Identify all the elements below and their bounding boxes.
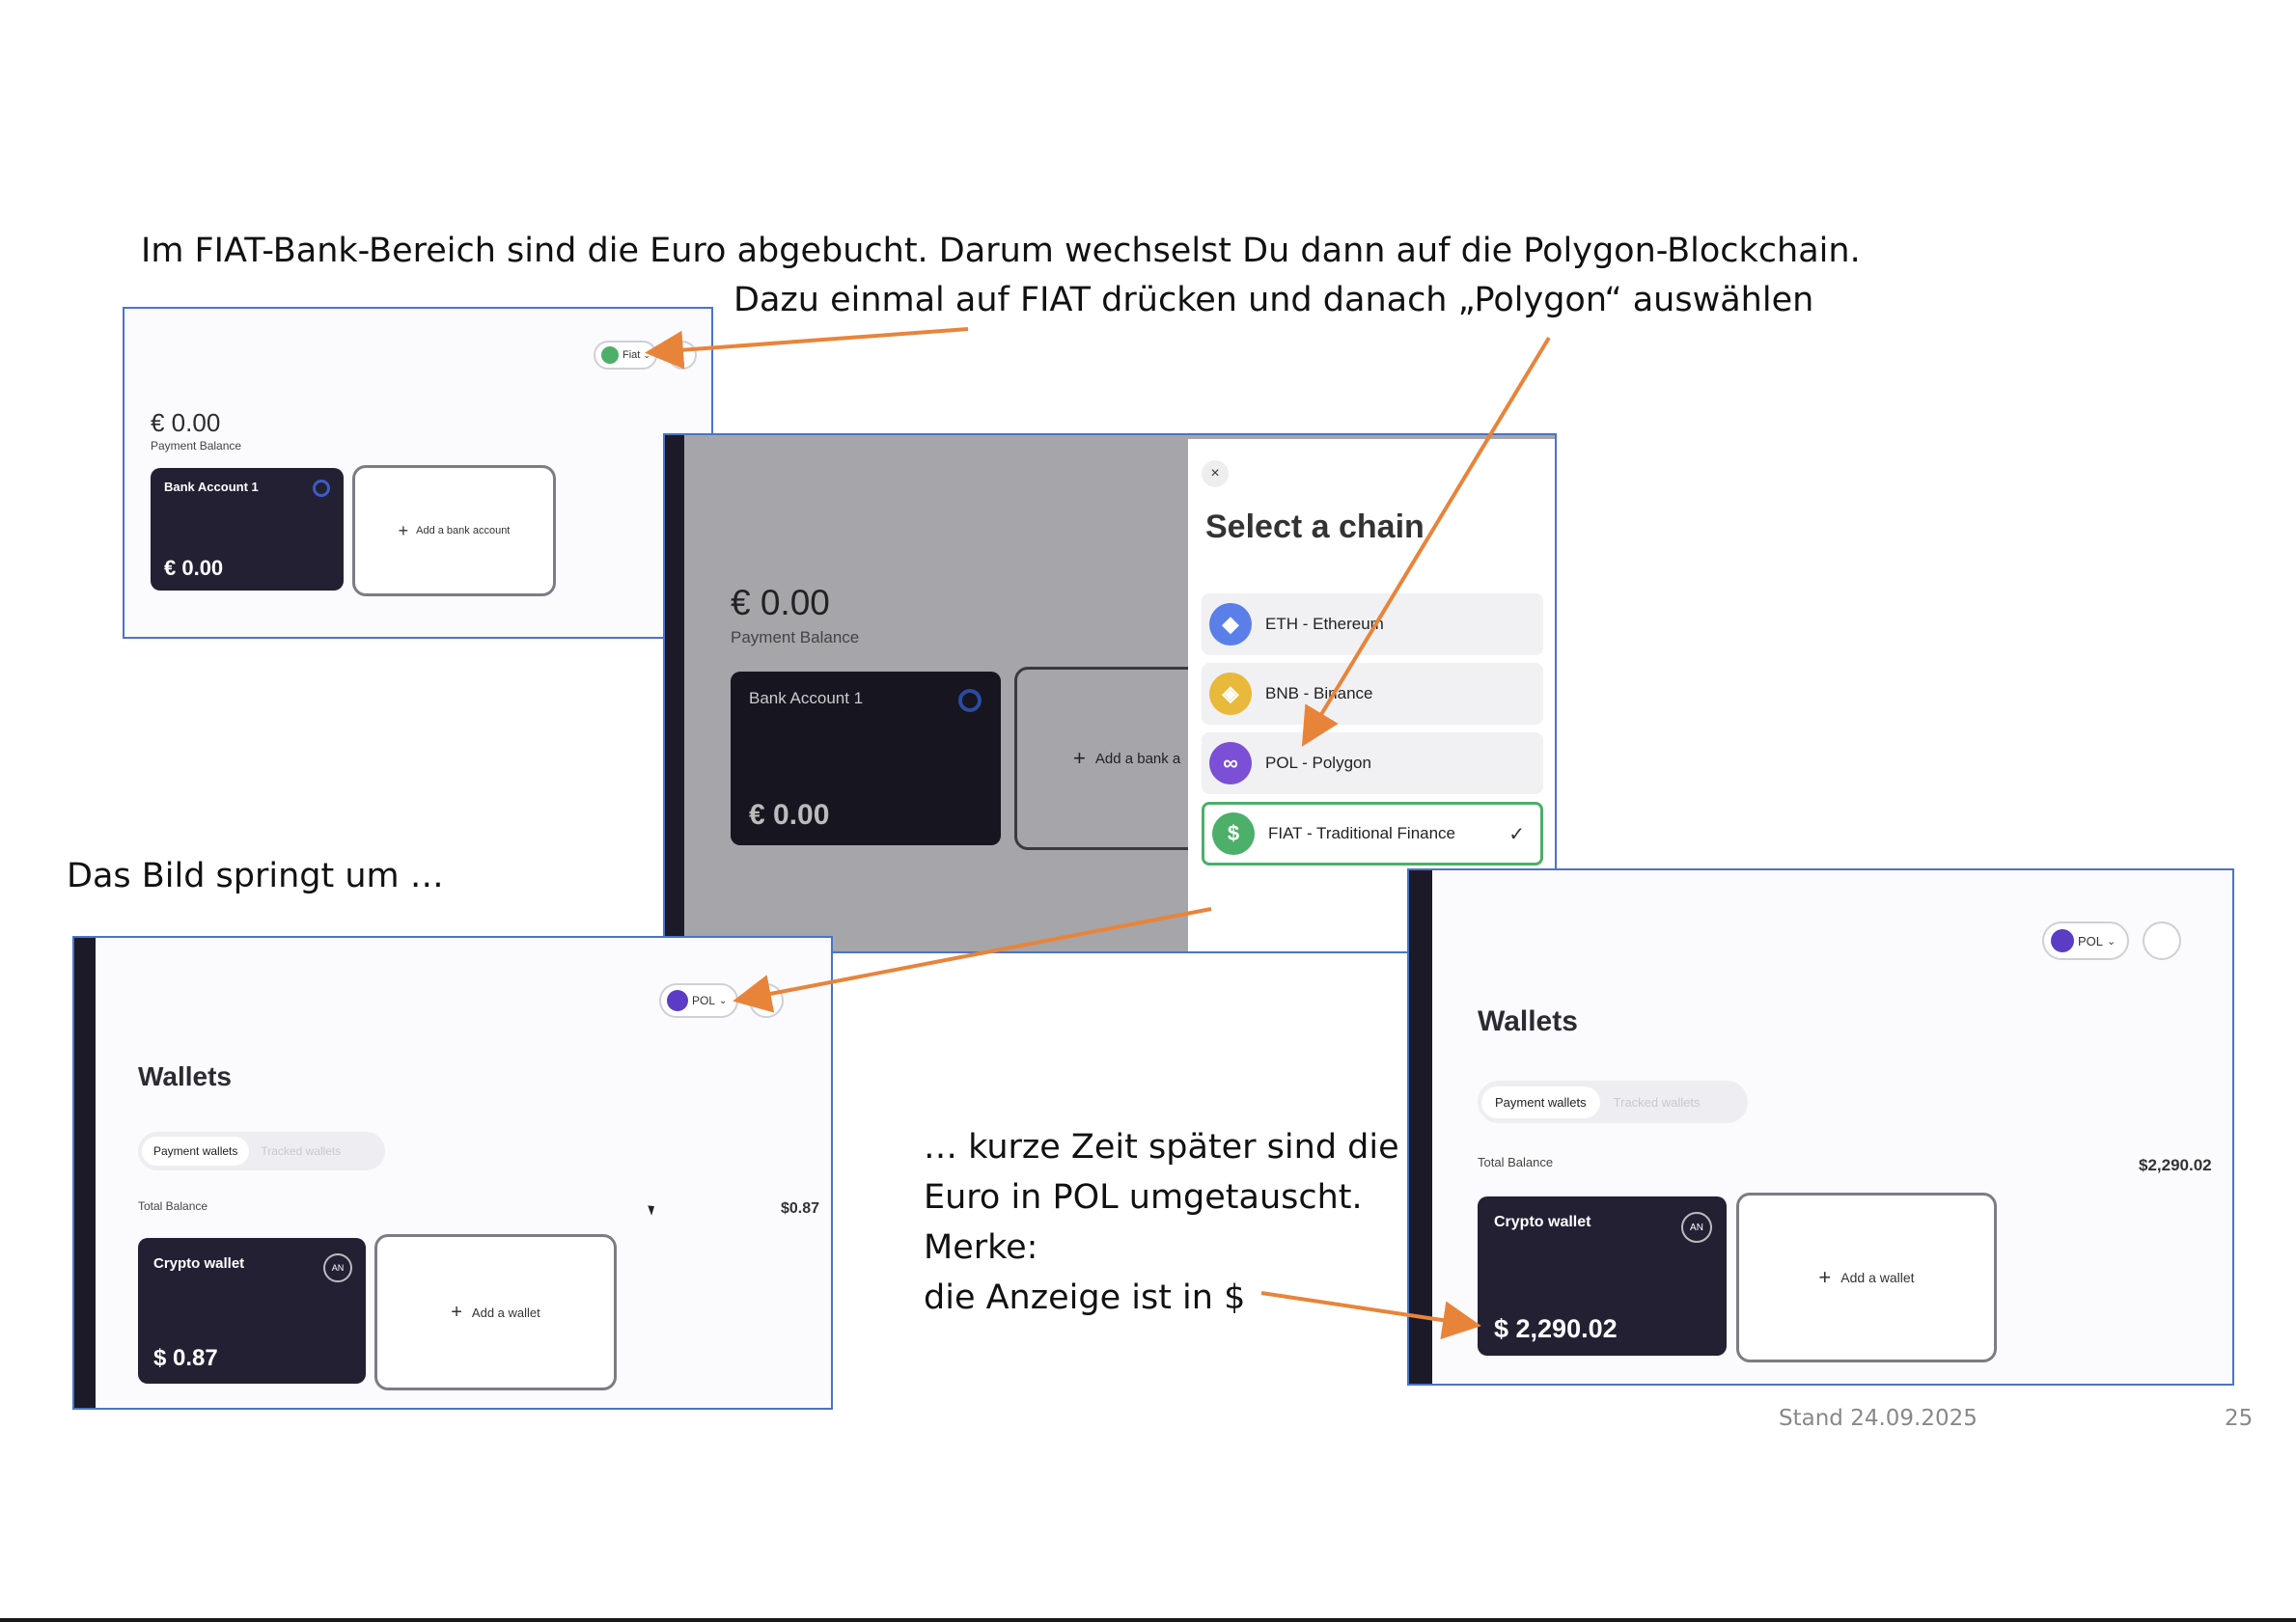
footer-stand: Stand 24.09.2025: [1779, 1406, 1978, 1431]
annotation-arrows: [645, 327, 1551, 1340]
arrow-to-fiat-pill: [645, 327, 969, 370]
bottom-border: [0, 1618, 2296, 1622]
arrow-to-pol-pill: [733, 907, 1212, 1013]
arrow-to-dollar-amount: [1260, 1291, 1481, 1340]
page-number: 25: [2225, 1406, 2254, 1431]
arrow-to-polygon-option: [1301, 336, 1551, 747]
